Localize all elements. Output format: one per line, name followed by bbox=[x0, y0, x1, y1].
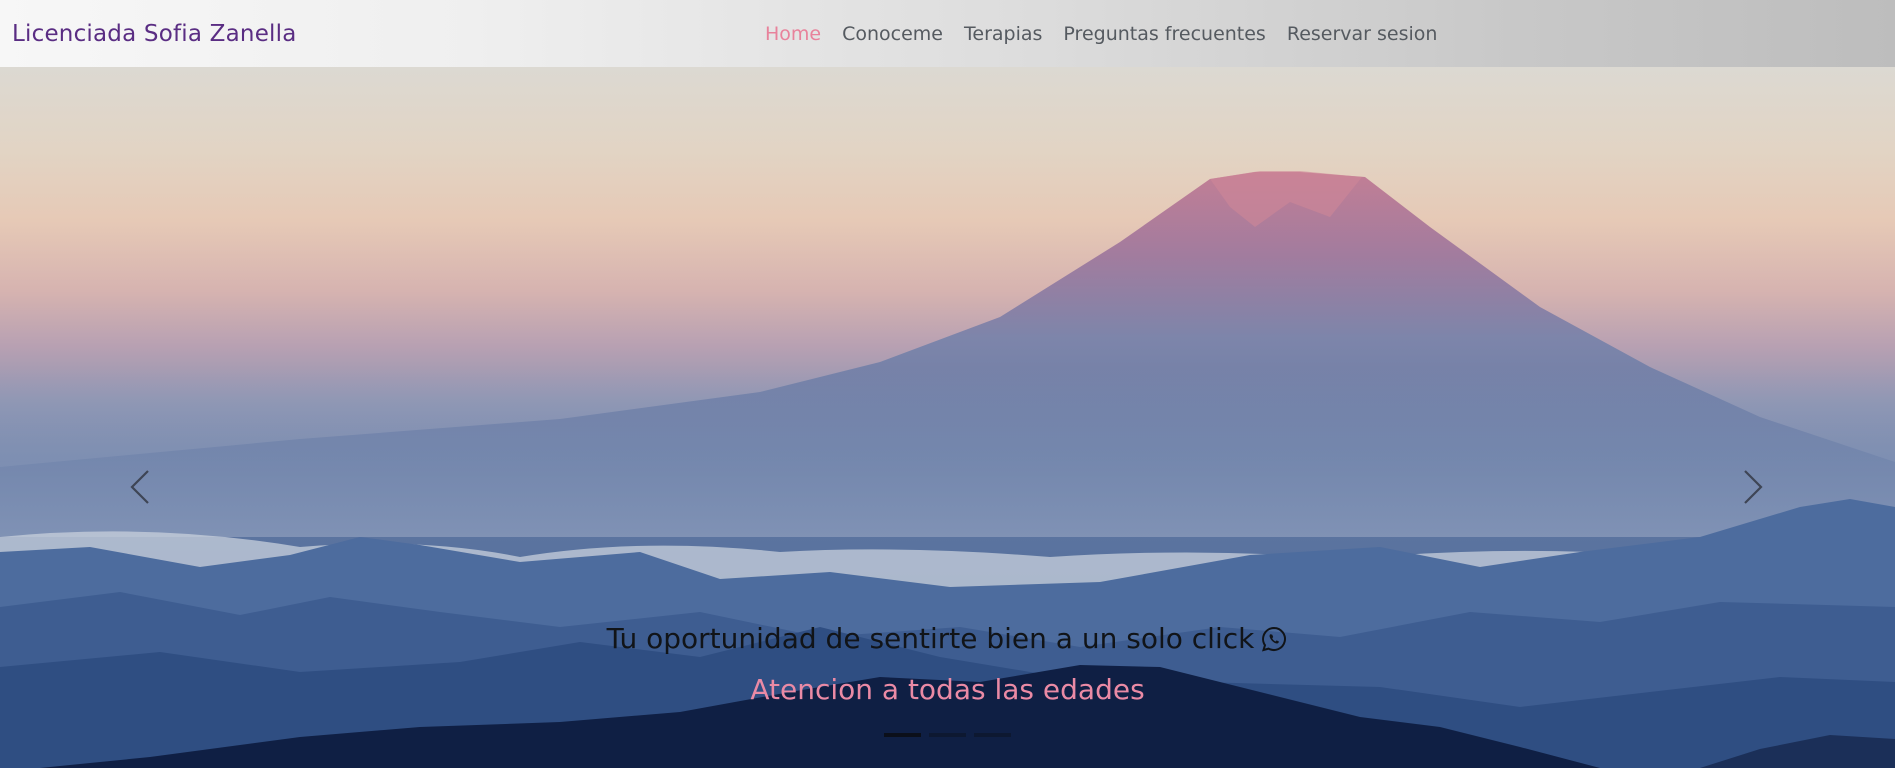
chevron-left-icon bbox=[130, 470, 149, 504]
carousel-prev-button[interactable] bbox=[110, 457, 170, 517]
navbar: Licenciada Sofia Zanella Home Conoceme T… bbox=[0, 0, 1895, 67]
nav-link-conoceme[interactable]: Conoceme bbox=[842, 23, 943, 45]
nav-link-home[interactable]: Home bbox=[765, 23, 821, 45]
brand-logo[interactable]: Licenciada Sofia Zanella bbox=[12, 0, 297, 67]
carousel-caption-subtitle: Atencion a todas las edades bbox=[750, 673, 1145, 706]
nav-link-terapias[interactable]: Terapias bbox=[964, 23, 1042, 45]
nav-menu: Home Conoceme Terapias Preguntas frecuen… bbox=[765, 0, 1458, 67]
nav-link-reservar-sesion[interactable]: Reservar sesion bbox=[1287, 23, 1438, 45]
carousel-caption-title: Tu oportunidad de sentirte bien a un sol… bbox=[0, 622, 1895, 655]
hero-carousel bbox=[0, 67, 1895, 768]
caption-title-text: Tu oportunidad de sentirte bien a un sol… bbox=[606, 622, 1255, 655]
whatsapp-icon[interactable] bbox=[1260, 625, 1288, 653]
hero-background-image bbox=[0, 171, 1895, 768]
carousel-indicator-1[interactable] bbox=[884, 733, 921, 737]
carousel-next-button[interactable] bbox=[1723, 457, 1783, 517]
carousel-indicator-2[interactable] bbox=[929, 733, 966, 737]
carousel-indicator-3[interactable] bbox=[974, 733, 1011, 737]
nav-link-preguntas-frecuentes[interactable]: Preguntas frecuentes bbox=[1063, 23, 1265, 45]
carousel-indicators bbox=[0, 733, 1895, 737]
chevron-right-icon bbox=[1744, 470, 1763, 504]
